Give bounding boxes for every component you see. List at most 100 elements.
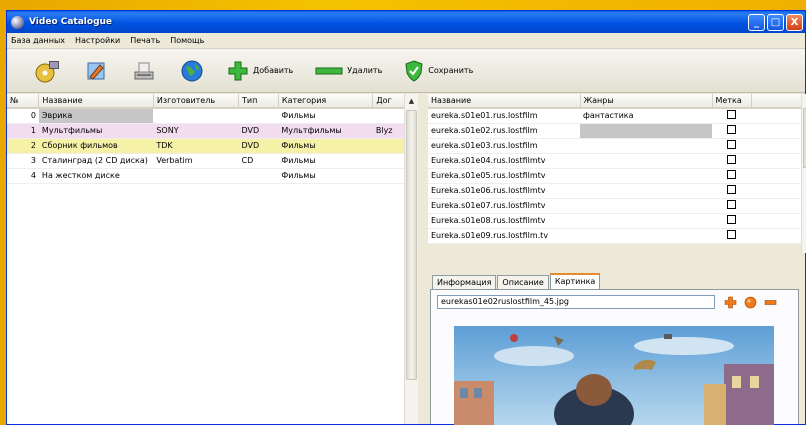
list-item[interactable]: eureka.s01e01.rus.lostfilm фантастика	[428, 108, 801, 124]
episode-name: Eureka.s01e04.rus.lostfilmtv	[428, 153, 580, 169]
cell-extra	[372, 168, 408, 184]
mark-checkbox[interactable]	[727, 125, 736, 134]
col-number[interactable]: №	[7, 94, 40, 109]
scroll-up-icon[interactable]: ⌃	[802, 94, 806, 107]
list-item[interactable]: Eureka.s01e04.rus.lostfilmtv	[428, 153, 801, 169]
disc-table: № Название Изготовитель Тип Категория До…	[7, 94, 408, 184]
save-button-label: Сохранить	[428, 66, 474, 75]
table-row[interactable]: 0 Эврика Фильмы	[7, 108, 408, 124]
cell-category: Фильмы	[278, 108, 373, 124]
menu-settings[interactable]: Настройки	[75, 36, 120, 45]
maximize-button[interactable]: □	[767, 13, 784, 31]
col-type[interactable]: Тип	[238, 94, 279, 109]
cell-number: 3	[7, 153, 39, 169]
mark-checkbox[interactable]	[727, 230, 736, 239]
left-scrollbar[interactable]: ▲	[404, 94, 418, 424]
cover-image	[454, 326, 774, 425]
tab-information[interactable]: Информация	[432, 275, 497, 289]
mark-checkbox[interactable]	[727, 170, 736, 179]
episode-name: eureka.s01e02.rus.lostfilm	[428, 123, 580, 139]
cell-extra	[372, 108, 408, 124]
episode-name: eureka.s01e01.rus.lostfilm	[428, 108, 580, 124]
col-category[interactable]: Категория	[278, 94, 374, 109]
mark-checkbox[interactable]	[727, 155, 736, 164]
window-title: Video Catalogue	[29, 17, 113, 27]
add-button[interactable]: Добавить	[227, 60, 293, 82]
cell-category: Фильмы	[278, 153, 373, 169]
table-row[interactable]: 3 Сталинград (2 CD диска) Verbatim CD Фи…	[7, 153, 408, 169]
episode-genre	[580, 153, 712, 169]
list-item[interactable]: eureka.s01e03.rus.lostfilm	[428, 138, 801, 154]
episode-genre	[580, 168, 712, 184]
mark-checkbox[interactable]	[727, 110, 736, 120]
checkmark-shield-icon	[405, 59, 423, 82]
close-button[interactable]: X	[786, 13, 803, 31]
cell-name: Мультфильмы	[38, 123, 154, 139]
list-item[interactable]: eureka.s01e02.rus.lostfilm	[428, 123, 801, 139]
save-button[interactable]: Сохранить	[404, 59, 474, 82]
col-mark[interactable]: Метка	[712, 94, 752, 109]
menu-print[interactable]: Печать	[130, 36, 160, 45]
title-bar[interactable]: Video Catalogue _ □ X	[7, 11, 805, 33]
mark-checkbox[interactable]	[727, 185, 736, 194]
cell-name: Эврика	[38, 108, 154, 124]
mark-checkbox[interactable]	[727, 140, 736, 149]
right-scrollbar[interactable]: ⌃ ⌄	[801, 94, 806, 253]
col-title[interactable]: Название	[428, 94, 581, 109]
scroll-up-icon[interactable]: ▲	[405, 94, 418, 108]
toolbar: Добавить Удалить Сохранить	[7, 49, 805, 93]
list-item[interactable]: Eureka.s01e08.rus.lostfilmtv	[428, 213, 801, 229]
disc-catalog-icon[interactable]	[35, 58, 61, 84]
col-extra[interactable]: Дог	[372, 94, 408, 109]
menu-database[interactable]: База данных	[11, 36, 65, 45]
app-icon	[11, 15, 24, 29]
view-picture-icon[interactable]	[744, 296, 757, 309]
cell-type	[238, 108, 279, 124]
cell-manufacturer: TDK	[153, 138, 239, 154]
scrollbar-thumb[interactable]	[406, 110, 417, 380]
add-picture-icon[interactable]	[724, 296, 737, 309]
cell-number: 2	[7, 138, 39, 154]
episode-genre	[580, 123, 712, 139]
list-item[interactable]: Eureka.s01e07.rus.lostfilmtv	[428, 198, 801, 214]
add-button-label: Добавить	[253, 66, 294, 75]
detail-tabs: Информация Описание Картинка	[432, 273, 601, 289]
scroll-down-icon[interactable]: ⌄	[802, 240, 806, 253]
episode-genre	[580, 213, 712, 229]
col-name[interactable]: Название	[38, 94, 154, 109]
plus-icon	[228, 61, 248, 80]
episode-name: Eureka.s01e09.rus.lostfilm.tv	[428, 228, 580, 244]
cell-name: Сталинград (2 CD диска)	[38, 153, 154, 169]
cell-number: 0	[7, 108, 39, 124]
mark-checkbox[interactable]	[727, 200, 736, 209]
list-item[interactable]: Eureka.s01e06.rus.lostfilmtv	[428, 183, 801, 199]
table-row[interactable]: 4 На жестком диске Фильмы	[7, 168, 408, 184]
cell-type: DVD	[238, 138, 279, 154]
scanner-icon[interactable]	[131, 58, 157, 84]
cell-type: DVD	[238, 123, 279, 139]
cell-name: Сборник фильмов	[38, 138, 154, 154]
list-item[interactable]: Eureka.s01e05.rus.lostfilmtv	[428, 168, 801, 184]
tab-picture[interactable]: Картинка	[549, 273, 601, 289]
tab-description[interactable]: Описание	[497, 275, 549, 289]
list-item[interactable]: Eureka.s01e09.rus.lostfilm.tv	[428, 228, 801, 244]
edit-icon[interactable]	[83, 58, 109, 84]
col-genres[interactable]: Жанры	[580, 94, 713, 109]
menu-help[interactable]: Помощь	[170, 36, 204, 45]
delete-button[interactable]: Удалить	[315, 65, 382, 77]
globe-icon[interactable]	[179, 58, 205, 84]
disc-list-pane: № Название Изготовитель Тип Категория До…	[7, 94, 422, 424]
remove-picture-icon[interactable]	[764, 296, 777, 309]
table-row[interactable]: 1 Мультфильмы SONY DVD Мультфильмы Blyz	[7, 123, 408, 139]
picture-filename-field[interactable]: eurekas01e02ruslostfilm_45.jpg	[437, 295, 715, 309]
cell-category: Фильмы	[278, 168, 373, 184]
table-row[interactable]: 2 Сборник фильмов TDK DVD Фильмы	[7, 138, 408, 154]
mark-checkbox[interactable]	[727, 215, 736, 224]
col-manufacturer[interactable]: Изготовитель	[153, 94, 239, 109]
cell-manufacturer: SONY	[153, 123, 239, 139]
episode-genre: фантастика	[580, 108, 712, 124]
episode-genre	[580, 228, 712, 244]
cell-category: Фильмы	[278, 138, 373, 154]
minimize-button[interactable]: _	[748, 13, 765, 31]
cell-extra	[372, 138, 408, 154]
